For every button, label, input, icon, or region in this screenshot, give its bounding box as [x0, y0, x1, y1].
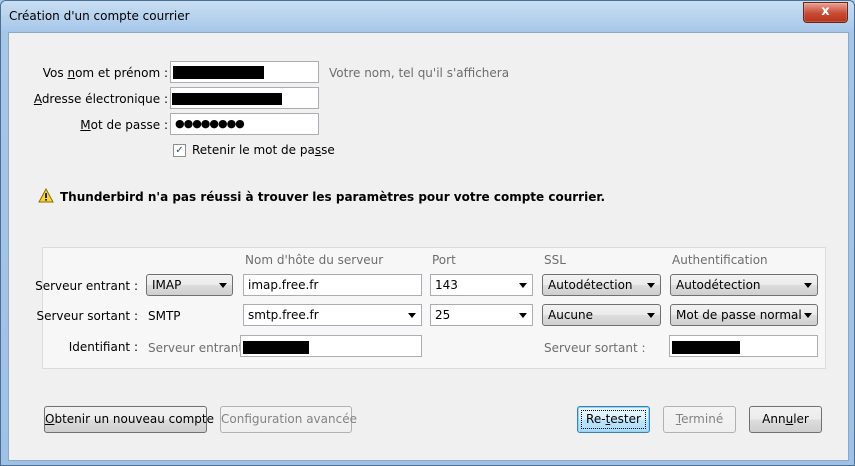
incoming-server-label: Serveur entrant :	[35, 279, 138, 293]
redacted-incoming-username	[243, 341, 309, 354]
header-auth: Authentification	[672, 253, 768, 267]
close-icon: x	[821, 4, 830, 19]
retest-button[interactable]: Re-tester	[577, 406, 650, 433]
outgoing-server-label: Serveur sortant :	[36, 309, 138, 323]
name-label: Vos nom et prénom :	[43, 66, 168, 80]
incoming-auth-select[interactable]: Autodétection	[670, 274, 818, 296]
chevron-down-icon	[519, 313, 527, 318]
email-label-post: dresse électronique :	[41, 92, 168, 106]
chevron-down-icon	[219, 283, 227, 288]
dialog-window: Création d'un compte courrier x Vos nom …	[0, 0, 855, 466]
identifier-outgoing-label: Serveur sortant :	[544, 341, 646, 355]
incoming-hostname-input[interactable]: imap.free.fr	[243, 274, 422, 296]
chevron-down-icon	[519, 283, 527, 288]
remember-post: se	[321, 143, 335, 157]
name-label-post: om et prénom :	[75, 66, 168, 80]
name-input[interactable]	[170, 61, 319, 83]
chevron-down-icon	[647, 313, 655, 318]
password-label-post: ot de passe :	[90, 118, 168, 132]
advanced-config-button[interactable]: Configuration avancée	[220, 406, 357, 433]
dialog-content: Vos nom et prénom : Votre nom, tel qu'il…	[8, 32, 849, 461]
incoming-auth-value: Autodétection	[676, 278, 761, 292]
cancel-pre: Ann	[762, 412, 786, 426]
outgoing-protocol: SMTP	[148, 309, 181, 323]
cancel-post: ler	[793, 412, 809, 426]
chevron-down-icon	[408, 313, 416, 318]
new-account-label: btenir un nouveau compte	[54, 412, 215, 426]
outgoing-hostname-value: smtp.free.fr	[248, 308, 319, 322]
warning-message: Thunderbird n'a pas réussi à trouver les…	[60, 190, 606, 204]
window-title: Création d'un compte courrier	[9, 9, 190, 23]
chevron-down-icon	[804, 283, 812, 288]
outgoing-ssl-value: Aucune	[548, 308, 594, 322]
redacted-name	[173, 66, 264, 79]
header-hostname: Nom d'hôte du serveur	[245, 253, 384, 267]
outgoing-hostname-combo[interactable]: smtp.free.fr	[243, 304, 422, 326]
redacted-email	[172, 93, 282, 105]
incoming-ssl-select[interactable]: Autodétection	[542, 274, 661, 296]
outgoing-auth-value: Mot de passe normal	[676, 308, 802, 322]
email-input[interactable]	[170, 87, 319, 109]
password-label-accesskey: M	[80, 118, 91, 132]
outgoing-auth-select[interactable]: Mot de passe normal	[670, 304, 818, 326]
get-new-account-button[interactable]: Obtenir un nouveau compte	[44, 406, 214, 433]
close-button[interactable]: x	[803, 2, 848, 23]
done-button[interactable]: Terminé	[663, 406, 736, 433]
outgoing-ssl-select[interactable]: Aucune	[542, 304, 661, 326]
name-hint: Votre nom, tel qu'il s'affichera	[329, 66, 510, 80]
remember-password-label[interactable]: Retenir le mot de passe	[192, 143, 335, 157]
identifier-incoming-label: Serveur entrant :	[148, 341, 251, 355]
identifier-label: Identifiant :	[68, 340, 138, 354]
email-label: Adresse électronique :	[34, 92, 168, 106]
warning-icon	[38, 188, 54, 203]
incoming-ssl-value: Autodétection	[548, 278, 633, 292]
incoming-protocol-value: IMAP	[152, 278, 182, 292]
header-port: Port	[432, 253, 456, 267]
password-input[interactable]: ●●●●●●●●	[170, 113, 319, 135]
cancel-button[interactable]: Annuler	[749, 406, 822, 433]
outgoing-port-combo[interactable]: 25	[430, 304, 533, 326]
outgoing-port-value: 25	[435, 308, 451, 322]
header-ssl: SSL	[544, 253, 566, 267]
chevron-down-icon	[804, 313, 812, 318]
redacted-outgoing-username	[672, 341, 740, 354]
outgoing-username-input[interactable]	[669, 335, 818, 357]
name-label-accesskey: n	[67, 66, 76, 80]
remember-pre: Retenir le mot de pa	[192, 143, 315, 157]
name-label-pre: Vos	[42, 66, 68, 80]
done-label: erminé	[681, 412, 724, 426]
email-label-accesskey: A	[33, 92, 42, 106]
incoming-port-value: 143	[435, 278, 458, 292]
focus-ring	[581, 410, 646, 429]
incoming-username-input[interactable]	[240, 335, 422, 357]
remember-password-checkbox[interactable]: ✓	[173, 144, 186, 157]
incoming-protocol-select[interactable]: IMAP	[146, 274, 233, 296]
title-bar[interactable]: Création d'un compte courrier x	[1, 1, 854, 31]
password-label: Mot de passe :	[80, 118, 168, 132]
chevron-down-icon	[647, 283, 655, 288]
incoming-port-combo[interactable]: 143	[430, 274, 533, 296]
